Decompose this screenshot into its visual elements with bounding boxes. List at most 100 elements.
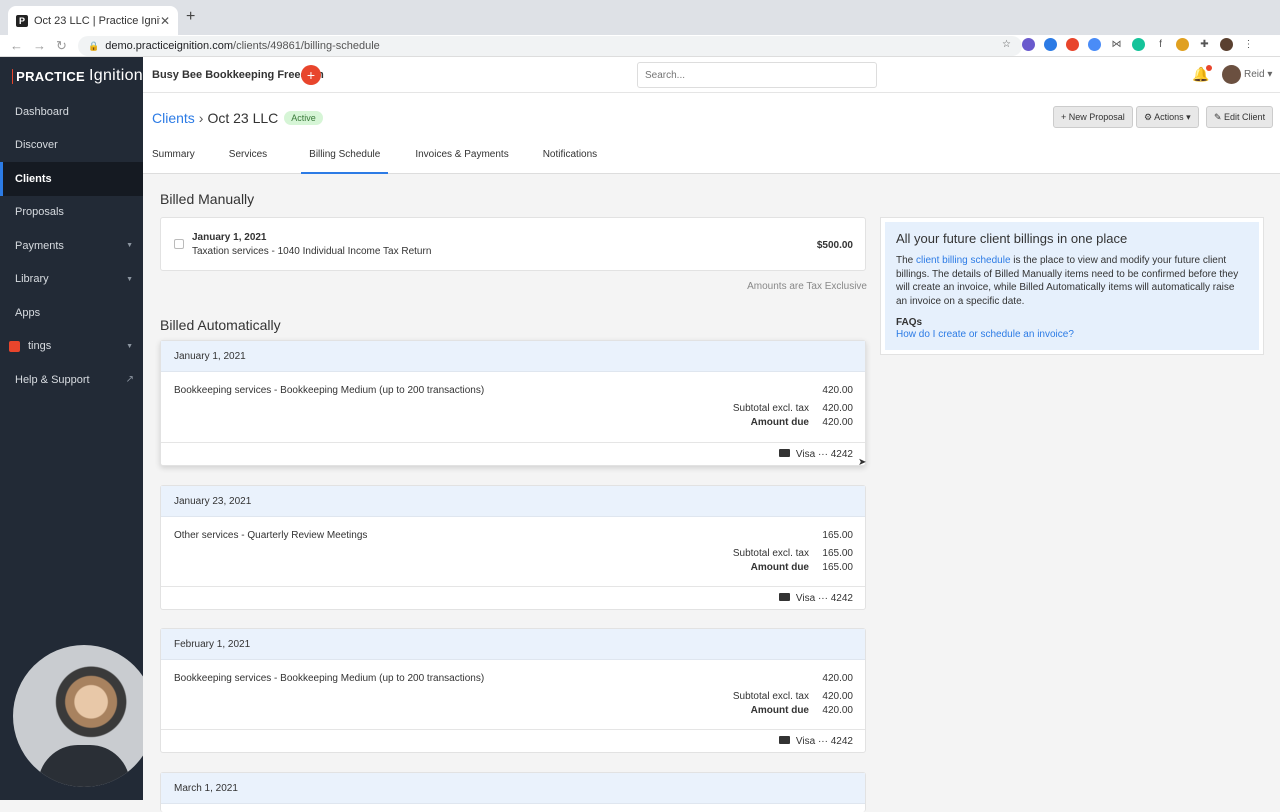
subtotal-value: 420.00 bbox=[822, 403, 853, 414]
bill-amount: 420.00 bbox=[822, 673, 853, 684]
lock-icon: 🔒 bbox=[88, 41, 99, 51]
bill-description: Other services - Quarterly Review Meetin… bbox=[174, 530, 367, 541]
brand-logo[interactable]: PRACTICE Ignition bbox=[0, 57, 143, 95]
sidebar-item-library[interactable]: Library▼ bbox=[0, 263, 143, 297]
extension-icon[interactable] bbox=[1176, 38, 1189, 51]
bill-description: Taxation services - 1040 Individual Inco… bbox=[192, 246, 431, 257]
payment-method: Visa ··· 4242 bbox=[161, 442, 865, 465]
faq-heading: FAQs bbox=[896, 317, 1248, 328]
profile-avatar[interactable] bbox=[1220, 38, 1233, 51]
subtotal-value: 420.00 bbox=[822, 691, 853, 702]
extension-icon[interactable] bbox=[1088, 38, 1101, 51]
client-billing-schedule-link[interactable]: client billing schedule bbox=[916, 255, 1011, 266]
bill-description: Bookkeeping services - Bookkeeping Mediu… bbox=[174, 385, 484, 396]
client-header: Clients›Oct 23 LLCActive + New Proposal … bbox=[143, 93, 1280, 174]
caret-down-icon: ▼ bbox=[126, 343, 133, 350]
puzzle-icon[interactable]: ✚ bbox=[1198, 38, 1211, 51]
edit-client-button[interactable]: ✎ Edit Client bbox=[1206, 106, 1273, 128]
breadcrumb-separator: › bbox=[199, 110, 204, 126]
brand-text-2: Ignition bbox=[89, 67, 143, 85]
new-tab-icon[interactable]: + bbox=[186, 8, 195, 26]
close-tab-icon[interactable]: ✕ bbox=[160, 14, 170, 28]
amount-due-value: 420.00 bbox=[822, 705, 853, 716]
tab-billing-schedule[interactable]: Billing Schedule bbox=[301, 149, 388, 174]
extension-icon[interactable] bbox=[1066, 38, 1079, 51]
subtotal-label: Subtotal excl. tax bbox=[733, 691, 809, 702]
sidebar-item-label: Proposals bbox=[15, 206, 64, 218]
bill-amount: 420.00 bbox=[822, 385, 853, 396]
auto-bill-card[interactable]: February 1, 2021 Bookkeeping services - … bbox=[160, 628, 866, 753]
section-title: Billed Manually bbox=[160, 191, 254, 207]
back-icon[interactable]: ← bbox=[10, 38, 23, 53]
tab-notifications[interactable]: Notifications bbox=[543, 149, 597, 174]
user-name: Reid bbox=[1244, 69, 1265, 80]
extensions-bar: ☆ ⋈ f ✚ ⋮ bbox=[1000, 38, 1255, 51]
section-title: Billed Automatically bbox=[160, 317, 281, 333]
manual-bill-card: January 1, 2021 Taxation services - 1040… bbox=[160, 217, 866, 271]
status-badge: Active bbox=[284, 111, 323, 125]
address-bar-row: ← → ↻ 🔒 demo.practiceignition.com/clients… bbox=[0, 35, 1280, 57]
extension-icon[interactable]: ⋈ bbox=[1110, 38, 1123, 51]
subtotal-label: Subtotal excl. tax bbox=[733, 403, 809, 414]
url-field[interactable]: 🔒 demo.practiceignition.com/clients/49861… bbox=[78, 36, 1022, 56]
tab-services[interactable]: Services bbox=[229, 149, 267, 174]
info-text: The client billing schedule is the place… bbox=[896, 254, 1248, 308]
brand-text: PRACTICE bbox=[16, 69, 85, 84]
sidebar-item-payments[interactable]: Payments ▼ bbox=[0, 229, 143, 263]
extension-icon[interactable]: f bbox=[1154, 38, 1167, 51]
avatar[interactable] bbox=[1222, 65, 1241, 84]
tab-title: Oct 23 LLC | Practice Ignition bbox=[34, 15, 160, 27]
forward-icon[interactable]: → bbox=[33, 38, 46, 53]
tab-invoices-payments[interactable]: Invoices & Payments bbox=[415, 149, 508, 174]
menu-dots-icon[interactable]: ⋮ bbox=[1242, 38, 1255, 51]
actions-button[interactable]: ⚙ Actions ▾ bbox=[1136, 106, 1199, 128]
auto-bill-card[interactable]: January 1, 2021 Bookkeeping services - B… bbox=[160, 340, 866, 466]
sidebar-item-discover[interactable]: Discover bbox=[0, 129, 143, 163]
auto-bill-card[interactable]: March 1, 2021 bbox=[160, 772, 866, 812]
bill-date: January 1, 2021 bbox=[161, 341, 865, 372]
info-text-start: The bbox=[896, 255, 916, 266]
bookmark-star-icon[interactable]: ☆ bbox=[1000, 38, 1013, 51]
org-name[interactable]: Busy Bee Bookkeeping Freedom bbox=[152, 69, 324, 81]
main-content: Clients›Oct 23 LLCActive + New Proposal … bbox=[143, 93, 1280, 800]
app: PRACTICE Ignition Dashboard Discover Clie… bbox=[0, 57, 1280, 800]
credit-card-icon bbox=[779, 449, 790, 457]
info-title: All your future client billings in one p… bbox=[896, 231, 1248, 246]
mouse-cursor-icon: ➤ bbox=[858, 457, 866, 468]
sidebar-item-label: Payments bbox=[15, 240, 64, 252]
notification-bell-icon[interactable]: 🔔 bbox=[1192, 66, 1209, 83]
faq-link[interactable]: How do I create or schedule an invoice? bbox=[896, 329, 1074, 340]
password-manager-icon[interactable] bbox=[1044, 38, 1057, 51]
bill-date: January 1, 2021 bbox=[192, 232, 267, 243]
breadcrumb-clients-link[interactable]: Clients bbox=[152, 110, 195, 126]
button-label: New Proposal bbox=[1069, 112, 1125, 122]
url-host: demo.practiceignition.com bbox=[105, 40, 233, 52]
bill-amount: $500.00 bbox=[817, 240, 853, 251]
card-label: Visa ··· 4242 bbox=[796, 736, 853, 747]
caret-down-icon: ▼ bbox=[126, 242, 133, 249]
auto-bill-card[interactable]: January 23, 2021 Other services - Quarte… bbox=[160, 485, 866, 610]
sidebar-item-settings[interactable]: tings ▼ bbox=[0, 330, 143, 364]
extension-icon[interactable] bbox=[1022, 38, 1035, 51]
bill-checkbox[interactable] bbox=[174, 239, 184, 249]
url-path: /clients/49861/billing-schedule bbox=[233, 40, 380, 52]
sidebar-item-help[interactable]: Help & Support↗ bbox=[0, 363, 143, 397]
new-proposal-button[interactable]: + New Proposal bbox=[1053, 106, 1133, 128]
sidebar-item-label: Library bbox=[15, 273, 49, 285]
sidebar: PRACTICE Ignition Dashboard Discover Clie… bbox=[0, 57, 143, 800]
browser-tab[interactable]: P Oct 23 LLC | Practice Ignition ✕ bbox=[8, 6, 178, 35]
reload-icon[interactable]: ↻ bbox=[56, 38, 67, 54]
credit-card-icon bbox=[779, 593, 790, 601]
add-button[interactable]: + bbox=[301, 65, 321, 85]
user-menu[interactable]: Reid ▾ bbox=[1244, 69, 1272, 80]
grammarly-icon[interactable] bbox=[1132, 38, 1145, 51]
sidebar-item-clients[interactable]: Clients bbox=[0, 162, 143, 196]
sidebar-item-dashboard[interactable]: Dashboard bbox=[0, 95, 143, 129]
tab-summary[interactable]: Summary bbox=[152, 149, 195, 174]
sidebar-item-label: tings bbox=[28, 340, 51, 352]
search-input[interactable] bbox=[637, 62, 877, 88]
sidebar-item-proposals[interactable]: Proposals bbox=[0, 196, 143, 230]
recording-indicator-icon bbox=[9, 341, 20, 352]
topbar: Busy Bee Bookkeeping Freedom + 🔔 Reid ▾ bbox=[143, 57, 1280, 93]
sidebar-item-apps[interactable]: Apps bbox=[0, 296, 143, 330]
